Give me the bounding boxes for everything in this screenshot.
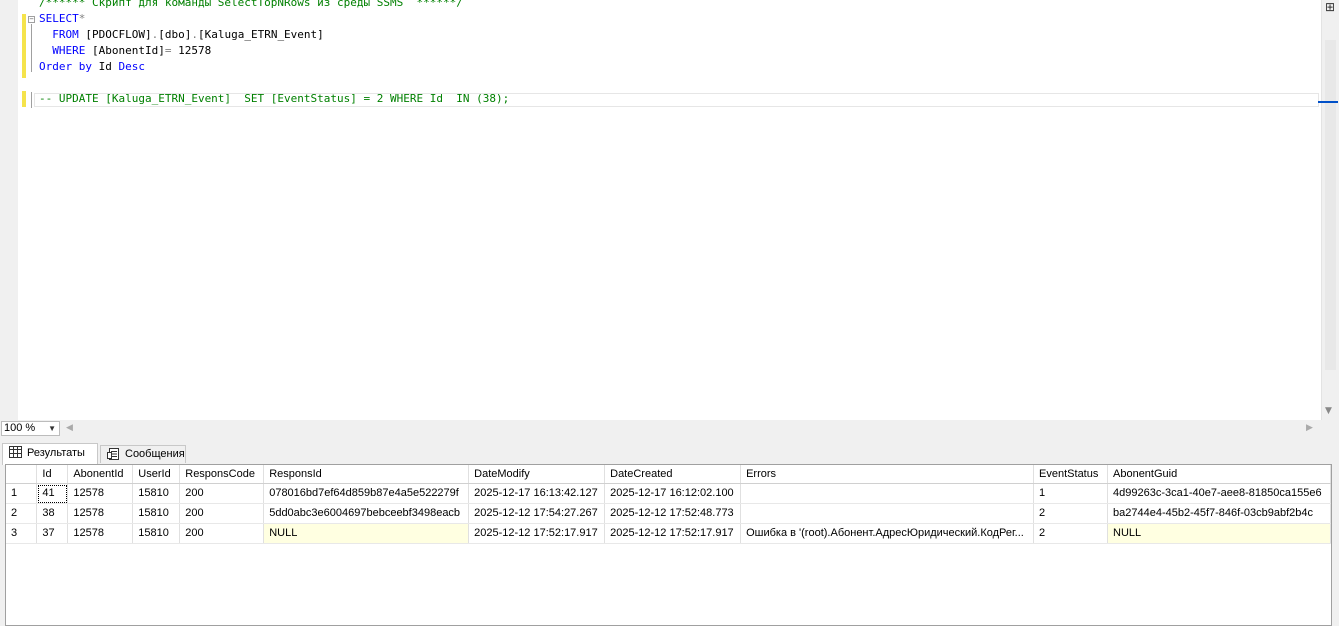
code-line[interactable]: SELECT*: [39, 11, 509, 27]
code-line[interactable]: -- UPDATE [Kaluga_ETRN_Event] SET [Event…: [39, 91, 509, 107]
code-line[interactable]: /****** Скрипт для команды SelectTopNRow…: [39, 0, 509, 11]
table-cell[interactable]: 200: [179, 523, 265, 544]
row-number[interactable]: 2: [6, 503, 38, 524]
table-cell[interactable]: 2025-12-17 16:12:02.100: [604, 483, 742, 504]
table-cell[interactable]: 2025-12-12 17:52:48.773: [604, 503, 742, 524]
caret-position-marker: [1318, 101, 1338, 103]
column-header[interactable]: UserId: [132, 465, 181, 484]
change-indicator: [22, 14, 26, 78]
table-cell[interactable]: 4d99263c-3ca1-40e7-aee8-81850ca155e6: [1107, 483, 1331, 504]
results-pane: Результаты Сообщения Id AbonentId UserId Re…: [0, 437, 1339, 626]
table-cell[interactable]: 15810: [132, 503, 181, 524]
table-cell[interactable]: 2025-12-17 16:13:42.127: [468, 483, 606, 504]
results-table[interactable]: Id AbonentId UserId ResponsCode ResponsId Dat…: [6, 465, 1331, 544]
code-line[interactable]: Order by Id Desc: [39, 59, 509, 75]
table-cell[interactable]: 1: [1033, 483, 1108, 504]
code-token: [Kaluga_ETRN_Event]: [197, 28, 324, 41]
column-header[interactable]: ResponsCode: [179, 465, 265, 484]
table-cell[interactable]: 2: [1033, 503, 1108, 524]
table-cell[interactable]: ba2744e4-45b2-45f7-846f-03cb9abf2b4c: [1107, 503, 1331, 524]
tab-results[interactable]: Результаты: [2, 443, 98, 465]
table-cell[interactable]: 41: [36, 483, 69, 504]
table-cell[interactable]: [740, 503, 1035, 524]
code-token: /****** Скрипт для команды SelectTopNRow…: [39, 0, 463, 9]
tab-messages[interactable]: Сообщения: [100, 445, 186, 463]
row-number[interactable]: 1: [6, 483, 38, 504]
zoom-value: 100 %: [4, 422, 36, 434]
table-row[interactable]: 3 37 12578 15810 200 NULL 2025-12-12 17:52:17.…: [6, 523, 1331, 544]
code-token: [dbo]: [158, 28, 192, 41]
scroll-left-icon[interactable]: ◀: [66, 423, 73, 433]
table-cell[interactable]: 12578: [67, 503, 134, 524]
code-token: WHERE: [39, 44, 92, 57]
column-header[interactable]: AbonentGuid: [1107, 465, 1331, 484]
table-cell[interactable]: 200: [179, 483, 265, 504]
table-cell[interactable]: NULL: [1107, 523, 1331, 544]
collapse-toggle-icon[interactable]: −: [28, 16, 35, 23]
code-token: .: [191, 28, 198, 41]
table-cell[interactable]: 078016bd7ef64d859b87e4a5e522279f: [263, 483, 470, 504]
code-token: Id: [98, 60, 119, 73]
editor-vertical-scrollbar[interactable]: ⊞ ▼: [1318, 0, 1339, 420]
code-token: Desc: [118, 60, 145, 73]
table-cell[interactable]: Ошибка в '(root).Абонент.АдресЮридически…: [740, 523, 1035, 544]
results-grid[interactable]: Id AbonentId UserId ResponsCode ResponsId Dat…: [5, 464, 1332, 626]
column-header[interactable]: DateModify: [468, 465, 606, 484]
grid-icon: [9, 446, 22, 458]
split-window-icon[interactable]: ⊞: [1323, 0, 1337, 14]
table-cell[interactable]: 2025-12-12 17:52:17.917: [468, 523, 606, 544]
table-cell[interactable]: 37: [36, 523, 69, 544]
column-header[interactable]: ResponsId: [263, 465, 470, 484]
table-cell[interactable]: 15810: [132, 523, 181, 544]
code-token: SELECT: [39, 12, 79, 25]
column-header[interactable]: DateCreated: [604, 465, 742, 484]
table-cell[interactable]: 2025-12-12 17:52:17.917: [604, 523, 742, 544]
code-token: [PDOCFLOW]: [85, 28, 152, 41]
zoom-dropdown[interactable]: 100 % ▼: [1, 421, 60, 436]
column-header[interactable]: Errors: [740, 465, 1035, 484]
column-header[interactable]: EventStatus: [1033, 465, 1108, 484]
table-cell[interactable]: NULL: [263, 523, 470, 544]
table-row[interactable]: 1 41 12578 15810 200 078016bd7ef64d859b87e4a5…: [6, 483, 1331, 504]
row-number[interactable]: 3: [6, 523, 38, 544]
messages-icon: [107, 448, 119, 460]
table-cell[interactable]: 2: [1033, 523, 1108, 544]
table-header-row: Id AbonentId UserId ResponsCode ResponsId Dat…: [6, 465, 1331, 484]
tab-messages-label: Сообщения: [125, 448, 185, 460]
scroll-down-icon[interactable]: ▼: [1325, 406, 1332, 416]
editor-status-bar: 100 % ▼ ◀ ▶: [0, 420, 1339, 437]
code-line[interactable]: FROM [PDOCFLOW].[dbo].[Kaluga_ETRN_Event…: [39, 27, 509, 43]
table-cell[interactable]: [740, 483, 1035, 504]
table-cell[interactable]: 38: [36, 503, 69, 524]
change-indicator: [22, 91, 26, 107]
code-token: -- UPDATE [Kaluga_ETRN_Event] SET [Event…: [39, 92, 510, 105]
scrollbar-thumb[interactable]: [1325, 40, 1336, 370]
table-cell[interactable]: 2025-12-12 17:54:27.267: [468, 503, 606, 524]
row-number-header[interactable]: [6, 465, 38, 484]
outline-guide: [31, 92, 32, 108]
scroll-right-icon[interactable]: ▶: [1306, 423, 1313, 433]
table-cell[interactable]: 12578: [67, 523, 134, 544]
table-row[interactable]: 2 38 12578 15810 200 5dd0abc3e6004697bebceebf…: [6, 503, 1331, 524]
table-cell[interactable]: 15810: [132, 483, 181, 504]
code-token: Order by: [39, 60, 99, 73]
outline-guide: [31, 24, 32, 72]
code-line[interactable]: [39, 75, 509, 91]
column-header[interactable]: Id: [36, 465, 69, 484]
table-cell[interactable]: 200: [179, 503, 265, 524]
table-cell[interactable]: 12578: [67, 483, 134, 504]
code-token: 12578: [171, 44, 212, 57]
code-token: FROM: [39, 28, 86, 41]
column-header[interactable]: AbonentId: [67, 465, 134, 484]
tab-results-label: Результаты: [27, 447, 85, 459]
code-token: [AbonentId]: [91, 44, 165, 57]
table-cell[interactable]: 5dd0abc3e6004697bebceebf3498eacb: [263, 503, 470, 524]
chevron-down-icon[interactable]: ▼: [48, 422, 56, 435]
query-editor[interactable]: − /****** Скрипт для команды SelectTopNR…: [0, 0, 1339, 420]
code-line[interactable]: WHERE [AbonentId]= 12578: [39, 43, 509, 59]
sql-code[interactable]: /****** Скрипт для команды SelectTopNRow…: [39, 0, 509, 107]
editor-gutter: [0, 0, 18, 420]
code-token: *: [78, 12, 86, 25]
